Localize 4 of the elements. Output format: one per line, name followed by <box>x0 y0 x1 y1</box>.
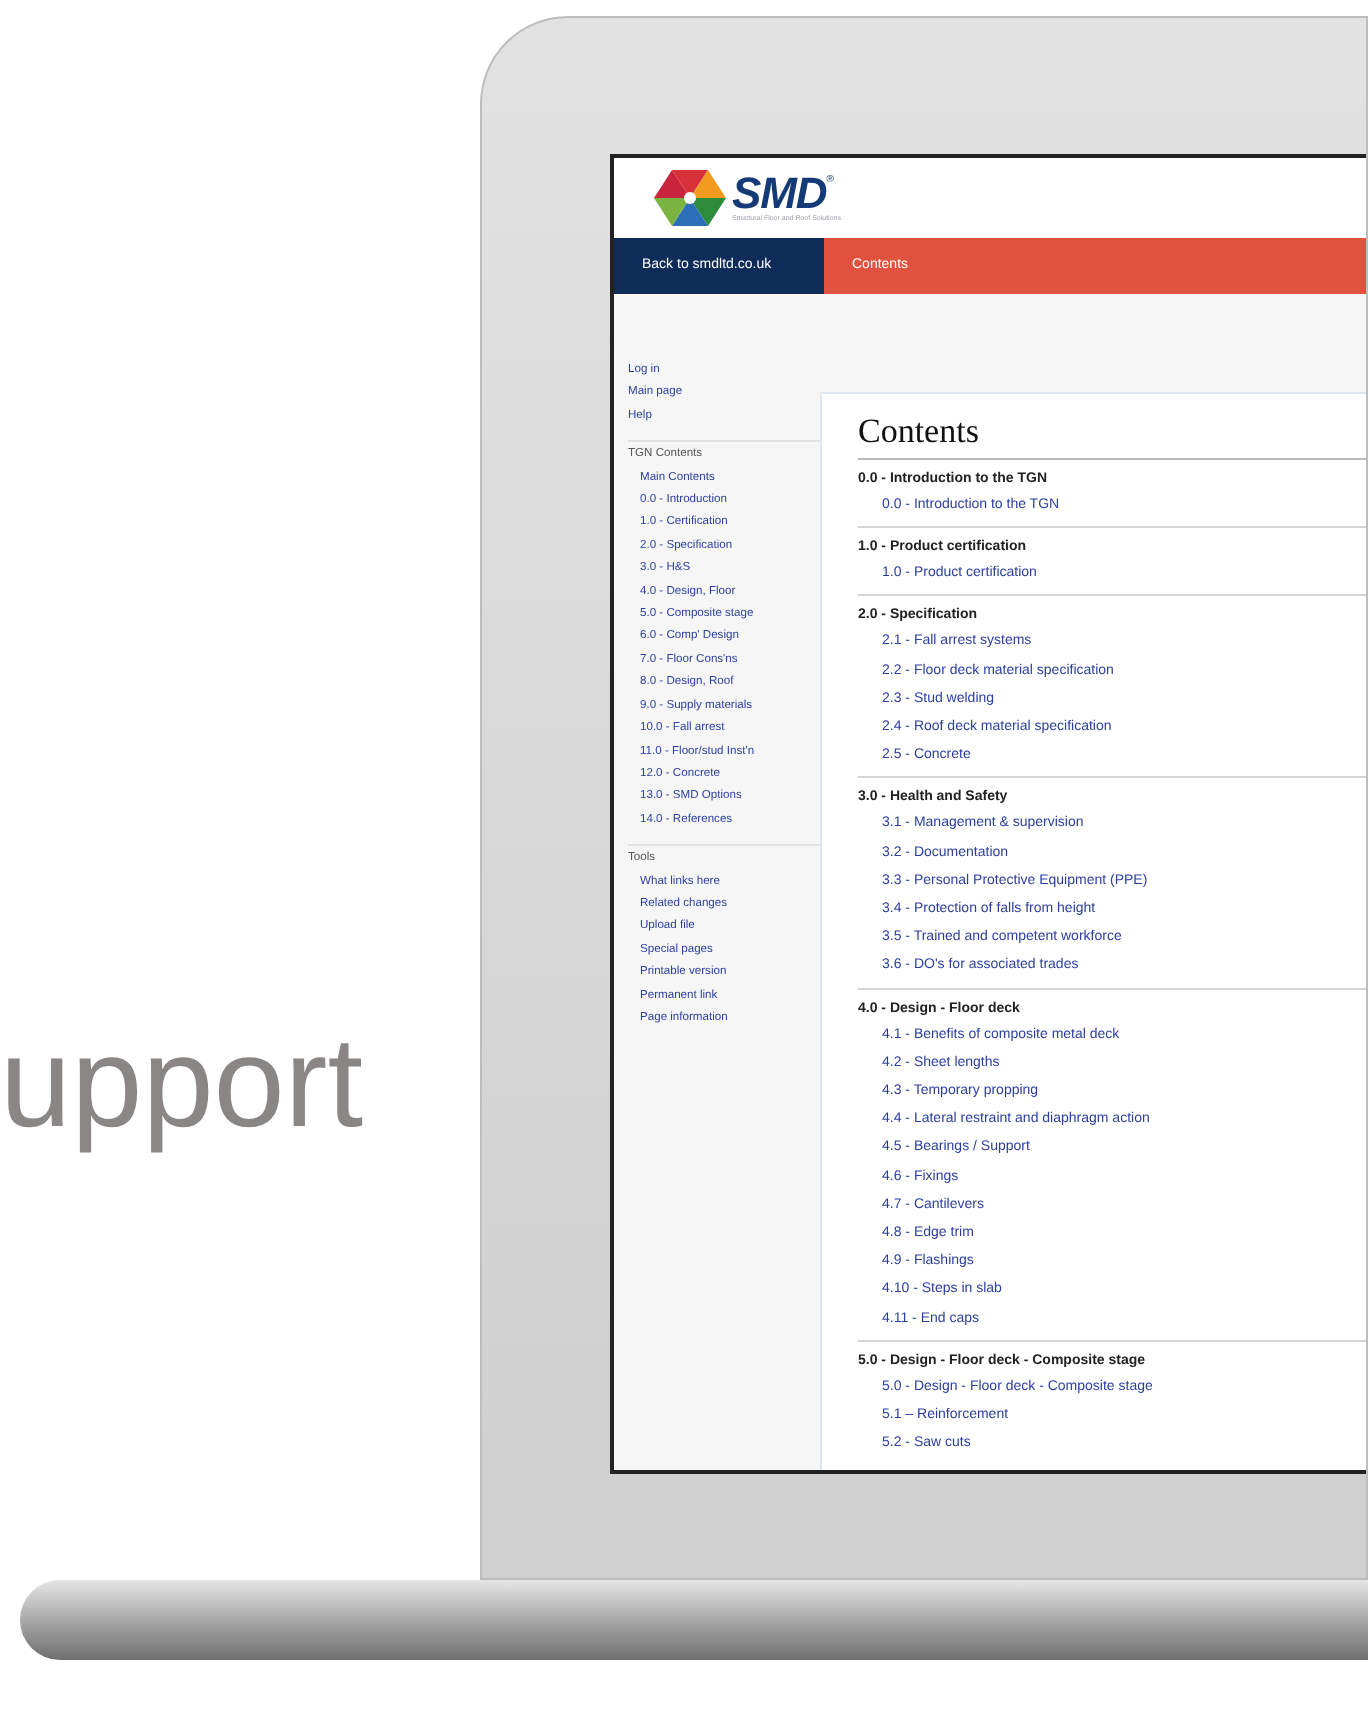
page-title: Contents <box>858 410 1366 460</box>
logo-wordmark: SMD <box>732 173 827 213</box>
logo-icon <box>654 166 726 230</box>
promo-text: upport <box>0 1010 363 1154</box>
